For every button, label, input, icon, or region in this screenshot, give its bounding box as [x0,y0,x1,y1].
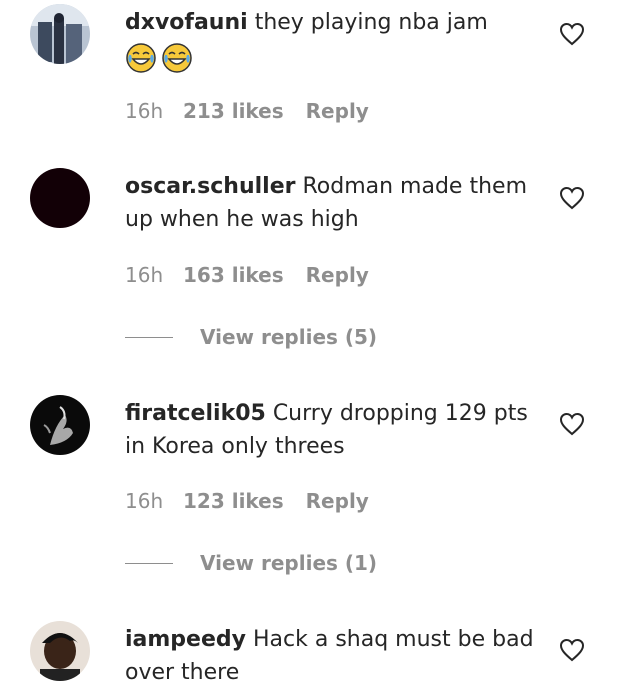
face-with-tears-of-joy-icon [162,43,192,73]
comment-time: 16h [125,263,164,287]
view-replies-label: View replies (5) [200,325,378,349]
likes-count[interactable]: 213 likes [183,99,284,123]
reply-button[interactable]: Reply [306,263,369,287]
comment-body: iampeedy Hack a shaq must be bad over th… [125,623,545,689]
likes-count[interactable]: 163 likes [183,263,284,287]
face-with-tears-of-joy-icon [126,43,156,73]
avatar[interactable] [30,621,90,681]
comment-time: 16h [125,99,164,123]
like-heart-icon[interactable] [559,412,585,436]
reply-button[interactable]: Reply [306,99,369,123]
comment-body: dxvofauni they playing nba jam [125,6,545,74]
comment-username[interactable]: dxvofauni [125,10,248,35]
emoji-line [125,41,545,74]
comment-username[interactable]: firatcelik05 [125,401,266,426]
avatar[interactable] [30,4,90,64]
likes-count[interactable]: 123 likes [183,489,284,513]
comment-meta: 16h 213 likes Reply [125,99,369,123]
comment-time: 16h [125,489,164,513]
divider-line [125,336,173,338]
comment-username[interactable]: oscar.schuller [125,174,295,199]
divider-line [125,562,173,564]
avatar[interactable] [30,168,90,228]
comment-meta: 16h 123 likes Reply [125,489,369,513]
view-replies-button[interactable]: View replies (1) [125,551,377,575]
reply-button[interactable]: Reply [306,489,369,513]
view-replies-label: View replies (1) [200,551,378,575]
like-heart-icon[interactable] [559,22,585,46]
comment-body: oscar.schuller Rodman made them up when … [125,170,545,236]
like-heart-icon[interactable] [559,638,585,662]
comment-body: firatcelik05 Curry dropping 129 pts in K… [125,397,545,463]
like-heart-icon[interactable] [559,186,585,210]
avatar[interactable] [30,395,90,455]
comment-text: they playing nba jam [254,10,488,35]
comment-meta: 16h 163 likes Reply [125,263,369,287]
view-replies-button[interactable]: View replies (5) [125,325,377,349]
comment-username[interactable]: iampeedy [125,627,246,652]
